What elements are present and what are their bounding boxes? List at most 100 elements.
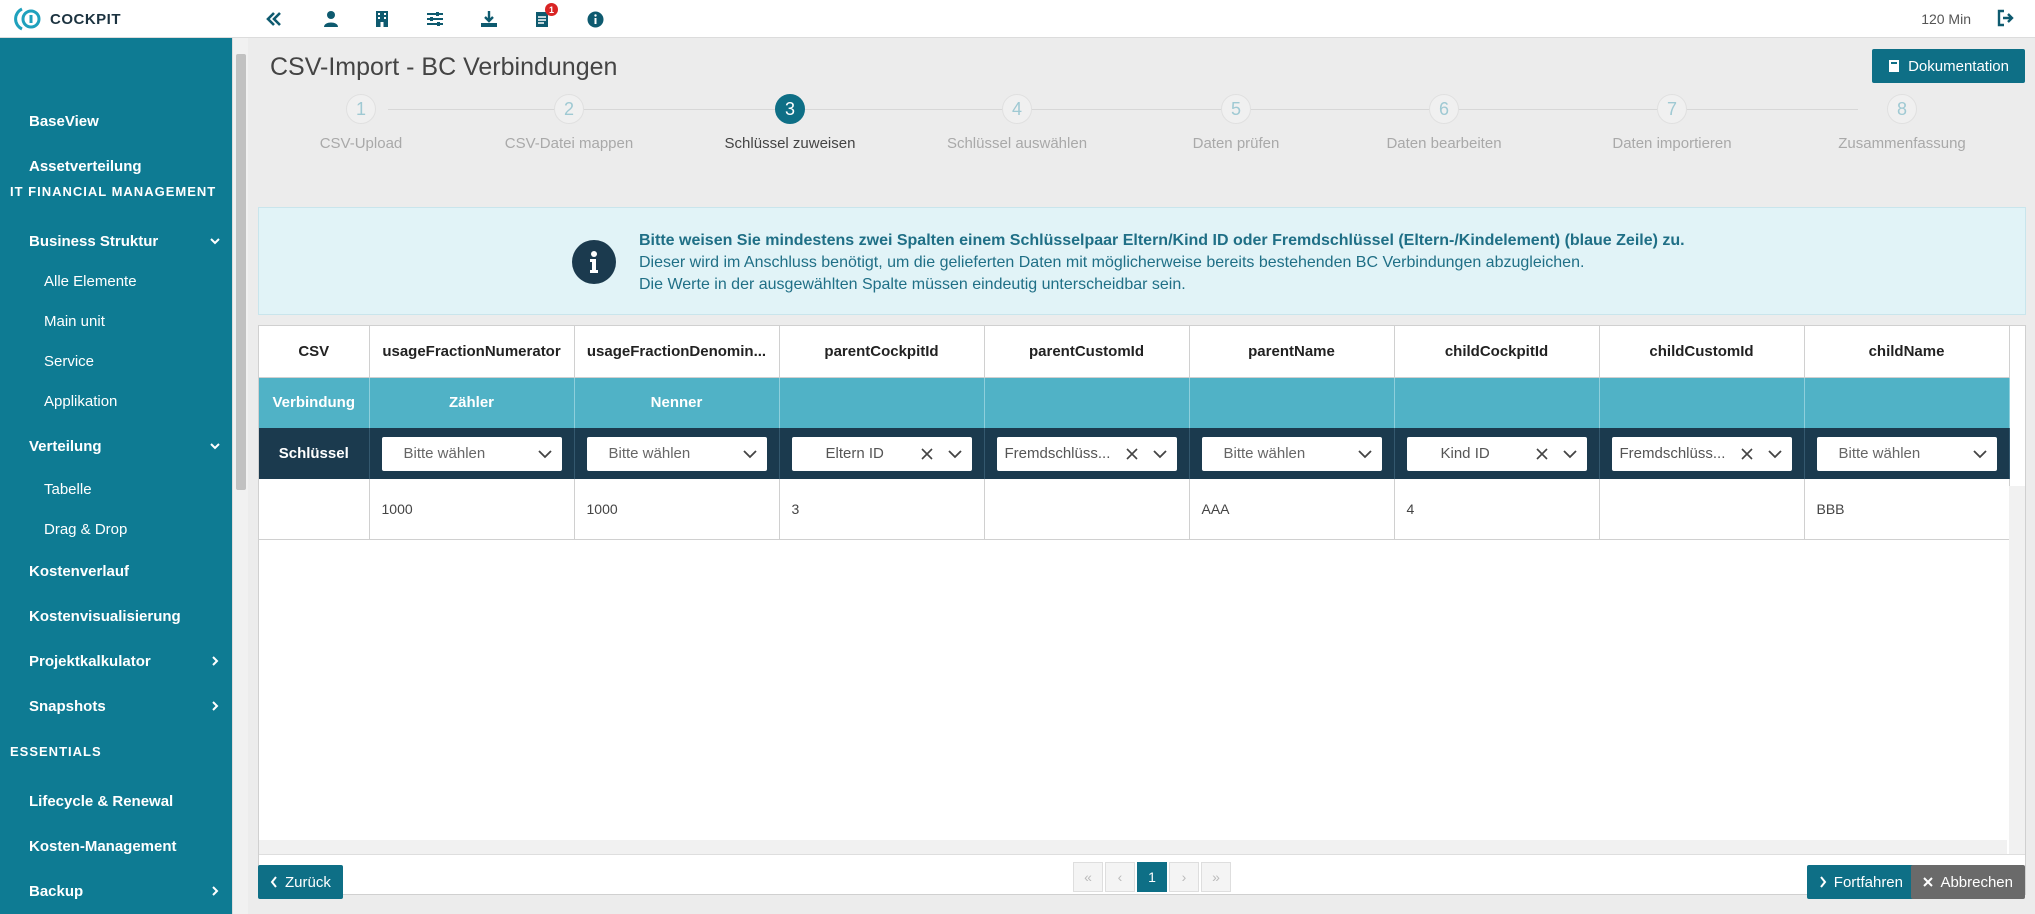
continue-button[interactable]: Fortfahren — [1806, 865, 1915, 899]
step-3-active[interactable]: 3 Schlüssel zuweisen — [690, 94, 890, 152]
key-select[interactable]: Bitte wählen — [381, 436, 562, 471]
column-header[interactable]: usageFractionDenomin... — [574, 326, 780, 378]
documentation-button[interactable]: Dokumentation — [1872, 49, 2025, 83]
notification-badge: 1 — [545, 3, 558, 16]
next-page-button[interactable]: › — [1169, 862, 1199, 892]
step-2[interactable]: 2 CSV-Datei mappen — [469, 94, 669, 152]
step-number: 1 — [346, 94, 376, 124]
key-select-value: Bitte wählen — [1223, 444, 1306, 462]
column-header[interactable]: parentCustomId — [984, 326, 1190, 378]
sidebar-item-projektkalkulator[interactable]: Projektkalkulator — [0, 641, 232, 681]
step-4[interactable]: 4 Schlüssel auswählen — [917, 94, 1117, 152]
session-timer: 120 Min — [1921, 11, 1971, 27]
mapping-grid: CSV usageFractionNumerator usageFraction… — [258, 325, 2026, 895]
key-select[interactable]: Fremdschlüss... — [996, 436, 1177, 471]
page-button-current[interactable]: 1 — [1137, 862, 1167, 892]
download-icon[interactable] — [479, 9, 499, 29]
sidebar-section-essentials: ESSENTIALS — [10, 744, 102, 759]
info-icon[interactable] — [585, 9, 605, 29]
sidebar-item-drag-drop[interactable]: Drag & Drop — [0, 509, 232, 549]
sidebar-item-service[interactable]: Service — [0, 341, 232, 381]
step-8[interactable]: 8 Zusammenfassung — [1802, 94, 2002, 152]
clear-icon[interactable] — [1535, 447, 1549, 461]
sidebar-item-business-struktur[interactable]: Business Struktur — [0, 221, 232, 261]
clear-icon[interactable] — [1125, 447, 1139, 461]
sidebar-item-backup[interactable]: Backup — [0, 871, 232, 911]
chevron-right-icon — [212, 656, 219, 666]
sidebar-item-label: Kosten-Management — [29, 837, 177, 855]
sidebar-scrollbar-thumb[interactable] — [236, 54, 246, 490]
sidebar-item-kostenverlauf[interactable]: Kostenverlauf — [0, 551, 232, 591]
sliders-icon[interactable] — [425, 9, 445, 29]
step-label: Schlüssel auswählen — [946, 135, 1088, 152]
key-select[interactable]: Bitte wählen — [1201, 436, 1382, 471]
first-page-button[interactable]: « — [1073, 862, 1103, 892]
sidebar-item-label: Verteilung — [29, 437, 102, 455]
logout-icon[interactable] — [1997, 9, 2017, 29]
sidebar-item-tabelle[interactable]: Tabelle — [0, 469, 232, 509]
key-select[interactable]: Eltern ID — [791, 436, 972, 471]
clear-icon[interactable] — [1740, 447, 1754, 461]
grid-horizontal-scrollbar[interactable] — [259, 840, 2007, 854]
sidebar-item-assetverteilung[interactable]: Assetverteilung — [0, 146, 232, 186]
sidebar-item-label: Assetverteilung — [29, 157, 142, 175]
table-cell: 4 — [1394, 479, 1600, 540]
cockpit-logo[interactable]: COCKPIT — [14, 5, 121, 33]
step-7[interactable]: 7 Daten importieren — [1572, 94, 1772, 152]
header-row: CSV usageFractionNumerator usageFraction… — [259, 326, 2010, 378]
table-cell — [1599, 479, 1805, 540]
table-cell: 1000 — [369, 479, 575, 540]
user-icon[interactable] — [321, 9, 341, 29]
chevron-down-icon — [1767, 449, 1782, 458]
column-header[interactable]: childCockpitId — [1394, 326, 1600, 378]
step-5[interactable]: 5 Daten prüfen — [1136, 94, 1336, 152]
sidebar-item-kostenvisualisierung[interactable]: Kostenvisualisierung — [0, 596, 232, 636]
sidebar-item-alle-elemente[interactable]: Alle Elemente — [0, 261, 232, 301]
clear-icon[interactable] — [920, 447, 934, 461]
sidebar-item-kosten-management[interactable]: Kosten-Management — [0, 826, 232, 866]
back-button[interactable]: Zurück — [258, 865, 343, 899]
verbindung-cell — [1189, 377, 1395, 428]
step-number: 8 — [1887, 94, 1917, 124]
key-select[interactable]: Fremdschlüss... — [1611, 436, 1792, 471]
key-select[interactable]: Bitte wählen — [1816, 436, 1997, 471]
column-header[interactable]: parentName — [1189, 326, 1395, 378]
step-label: CSV-Datei mappen — [504, 135, 634, 152]
sidebar-item-label: Business Struktur — [29, 232, 159, 250]
notes-icon[interactable]: 1 — [532, 3, 558, 29]
sidebar-item-applikation[interactable]: Applikation — [0, 381, 232, 421]
sidebar-item-snapshots[interactable]: Snapshots — [0, 686, 232, 726]
sidebar-item-label: BaseView — [29, 112, 99, 130]
key-select[interactable]: Kind ID — [1406, 436, 1587, 471]
sidebar-item-main-unit[interactable]: Main unit — [0, 301, 232, 341]
sidebar-item-label: Tabelle — [44, 480, 92, 498]
sidebar-item-baseview[interactable]: BaseView — [0, 101, 232, 141]
verbindung-cell — [1804, 377, 2010, 428]
step-label: CSV-Upload — [319, 135, 403, 152]
column-header[interactable]: usageFractionNumerator — [369, 326, 575, 378]
verbindung-cell: Zähler — [369, 377, 575, 428]
cancel-button[interactable]: Abbrechen — [1911, 865, 2025, 899]
sidebar-scrollbar[interactable] — [232, 38, 248, 914]
sidebar-item-label: Applikation — [44, 392, 118, 410]
step-number: 5 — [1221, 94, 1251, 124]
column-header[interactable]: childCustomId — [1599, 326, 1805, 378]
step-6[interactable]: 6 Daten bearbeiten — [1344, 94, 1544, 152]
info-circle-icon — [572, 240, 616, 284]
chevron-down-icon — [1357, 449, 1372, 458]
table-cell: 1000 — [574, 479, 780, 540]
key-select-value: Bitte wählen — [608, 444, 691, 462]
key-select[interactable]: Bitte wählen — [586, 436, 767, 471]
sidebar-item-lifecycle-renewal[interactable]: Lifecycle & Renewal — [0, 781, 232, 821]
step-number: 3 — [775, 94, 805, 124]
last-page-button[interactable]: » — [1201, 862, 1231, 892]
sidebar-item-label: Kostenverlauf — [29, 562, 130, 580]
collapse-icon[interactable] — [264, 9, 284, 29]
sidebar-item-verteilung[interactable]: Verteilung — [0, 426, 232, 466]
column-header[interactable]: childName — [1804, 326, 2010, 378]
building-icon[interactable] — [372, 9, 392, 29]
step-1[interactable]: 1 CSV-Upload — [261, 94, 461, 152]
column-header[interactable]: parentCockpitId — [779, 326, 985, 378]
prev-page-button[interactable]: ‹ — [1105, 862, 1135, 892]
grid-vertical-scrollbar[interactable] — [2009, 486, 2025, 856]
